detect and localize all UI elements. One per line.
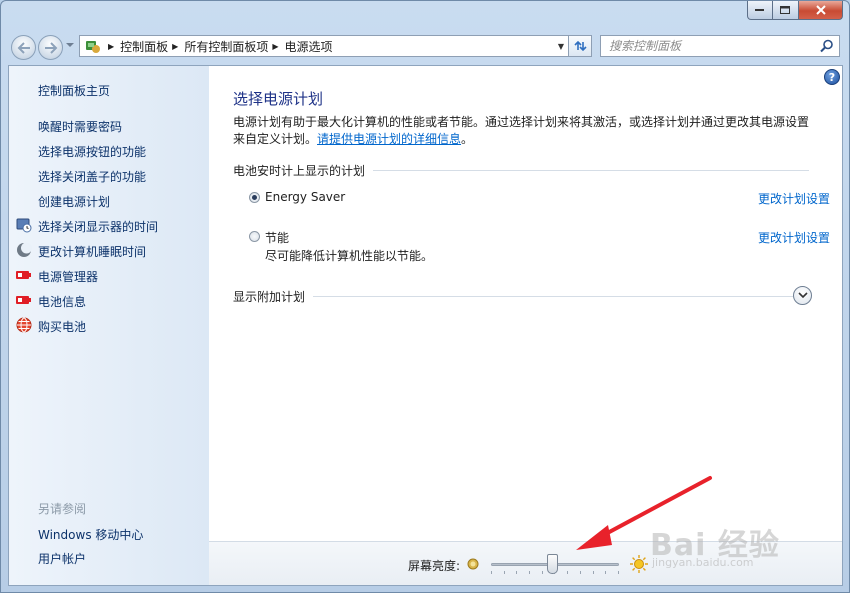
sidebar-link-mobility-center[interactable]: Windows 移动中心 bbox=[38, 526, 143, 543]
battery-red-icon bbox=[16, 292, 32, 308]
globe-icon bbox=[16, 317, 32, 333]
navigation-bar: ▶ 控制面板 ▶ 所有控制面板项 ▶ 电源选项 ▼ bbox=[1, 29, 849, 65]
forward-arrow-icon bbox=[44, 41, 57, 54]
plan-energy-saver-name[interactable]: Energy Saver bbox=[265, 190, 345, 204]
page-title: 选择电源计划 bbox=[233, 90, 324, 108]
sidebar-link-power-manager[interactable]: 电源管理器 bbox=[38, 268, 98, 285]
additional-plans-heading[interactable]: 显示附加计划 bbox=[233, 288, 305, 305]
plan-energy-saver: Energy Saver 更改计划设置 bbox=[249, 190, 849, 210]
breadcrumb-power-options[interactable]: 电源选项 bbox=[285, 38, 333, 55]
sidebar-link-lid-close[interactable]: 选择关闭盖子的功能 bbox=[38, 168, 146, 185]
battery-plans-heading: 电池安时计上显示的计划 bbox=[233, 164, 366, 178]
maximize-icon bbox=[780, 5, 790, 14]
see-also-heading: 另请参阅 bbox=[38, 502, 87, 516]
sidebar-link-battery-info[interactable]: 电池信息 bbox=[38, 293, 86, 310]
back-arrow-icon bbox=[17, 41, 30, 54]
search-box bbox=[600, 35, 840, 57]
breadcrumb-separator-icon: ▶ bbox=[108, 41, 115, 51]
sidebar-link-display-off[interactable]: 选择关闭显示器的时间 bbox=[38, 218, 158, 235]
additional-plans-section: 显示附加计划 bbox=[233, 288, 793, 305]
recent-pages-dropdown[interactable] bbox=[66, 42, 74, 52]
search-icon[interactable] bbox=[820, 39, 834, 56]
minimize-icon bbox=[755, 9, 764, 11]
refresh-icon bbox=[574, 40, 587, 52]
breadcrumb-all-items[interactable]: 所有控制面板项 bbox=[184, 38, 268, 55]
back-button[interactable] bbox=[11, 35, 36, 60]
intro-text: 电源计划有助于最大化计算机的性能或者节能。通过选择计划来将其激活，或选择计划并通… bbox=[233, 114, 818, 148]
baidu-watermark-url: jingyan.baidu.com bbox=[652, 556, 754, 569]
moon-icon bbox=[16, 242, 32, 258]
close-button[interactable] bbox=[799, 1, 843, 20]
bright-sun-icon bbox=[629, 554, 649, 577]
brightness-slider-thumb[interactable] bbox=[547, 554, 559, 574]
address-bar[interactable]: ▶ 控制面板 ▶ 所有控制面板项 ▶ 电源选项 ▼ bbox=[79, 35, 569, 57]
sidebar-link-sleep-time[interactable]: 更改计算机睡眠时间 bbox=[38, 243, 146, 260]
minimize-button[interactable] bbox=[747, 1, 773, 20]
breadcrumb-separator-icon: ▶ bbox=[172, 41, 179, 51]
refresh-button[interactable] bbox=[569, 35, 592, 57]
sidebar-link-user-accounts[interactable]: 用户帐户 bbox=[38, 550, 86, 567]
forward-button[interactable] bbox=[38, 35, 63, 60]
sidebar-link-wake-password[interactable]: 唤醒时需要密码 bbox=[38, 118, 122, 135]
breadcrumb-control-panel[interactable]: 控制面板 bbox=[120, 38, 168, 55]
monitor-clock-icon bbox=[16, 217, 32, 233]
intro-period: 。 bbox=[461, 132, 474, 146]
plan-power-saver: 节能 尽可能降低计算机性能以节能。 更改计划设置 bbox=[249, 229, 849, 265]
breadcrumb-separator-icon: ▶ bbox=[272, 41, 279, 51]
sidebar-link-power-button[interactable]: 选择电源按钮的功能 bbox=[38, 143, 146, 160]
plan-details-link[interactable]: 请提供电源计划的详细信息 bbox=[317, 132, 461, 146]
section-divider bbox=[313, 296, 793, 297]
close-icon bbox=[815, 5, 826, 15]
dim-sun-icon bbox=[467, 558, 479, 573]
help-icon[interactable]: ? bbox=[824, 69, 840, 85]
chevron-down-icon bbox=[66, 43, 74, 47]
chevron-down-icon bbox=[797, 292, 808, 299]
brightness-label: 屏幕亮度: bbox=[408, 559, 461, 573]
control-panel-icon bbox=[82, 36, 104, 56]
plan-energy-saver-radio[interactable] bbox=[249, 192, 260, 203]
sidebar-link-create-plan[interactable]: 创建电源计划 bbox=[38, 193, 110, 210]
address-dropdown-button[interactable]: ▼ bbox=[558, 42, 564, 51]
caption-buttons bbox=[747, 1, 843, 20]
sidebar-link-buy-battery[interactable]: 购买电池 bbox=[38, 318, 86, 335]
main-panel: ? 选择电源计划 电源计划有助于最大化计算机的性能或者节能。通过选择计划来将其激… bbox=[209, 66, 842, 585]
change-plan-settings-link-energy-saver[interactable]: 更改计划设置 bbox=[758, 190, 830, 207]
control-panel-window: ▶ 控制面板 ▶ 所有控制面板项 ▶ 电源选项 ▼ 控制面板主页 唤醒时需要密码… bbox=[0, 0, 850, 593]
maximize-button[interactable] bbox=[773, 1, 799, 20]
expand-additional-plans-button[interactable] bbox=[793, 286, 812, 305]
search-input[interactable] bbox=[601, 36, 811, 56]
plan-power-saver-name[interactable]: 节能 bbox=[265, 229, 289, 246]
sidebar: 控制面板主页 唤醒时需要密码 选择电源按钮的功能 选择关闭盖子的功能 创建电源计… bbox=[9, 66, 209, 585]
change-plan-settings-link-power-saver[interactable]: 更改计划设置 bbox=[758, 229, 830, 246]
sidebar-home-link[interactable]: 控制面板主页 bbox=[38, 82, 110, 99]
plan-power-saver-radio[interactable] bbox=[249, 231, 260, 242]
content-area: 控制面板主页 唤醒时需要密码 选择电源按钮的功能 选择关闭盖子的功能 创建电源计… bbox=[8, 65, 843, 586]
section-divider bbox=[373, 170, 809, 171]
battery-red-icon bbox=[16, 267, 32, 283]
battery-plans-section: 电池安时计上显示的计划 bbox=[233, 162, 809, 179]
plan-power-saver-description: 尽可能降低计算机性能以节能。 bbox=[265, 249, 434, 263]
